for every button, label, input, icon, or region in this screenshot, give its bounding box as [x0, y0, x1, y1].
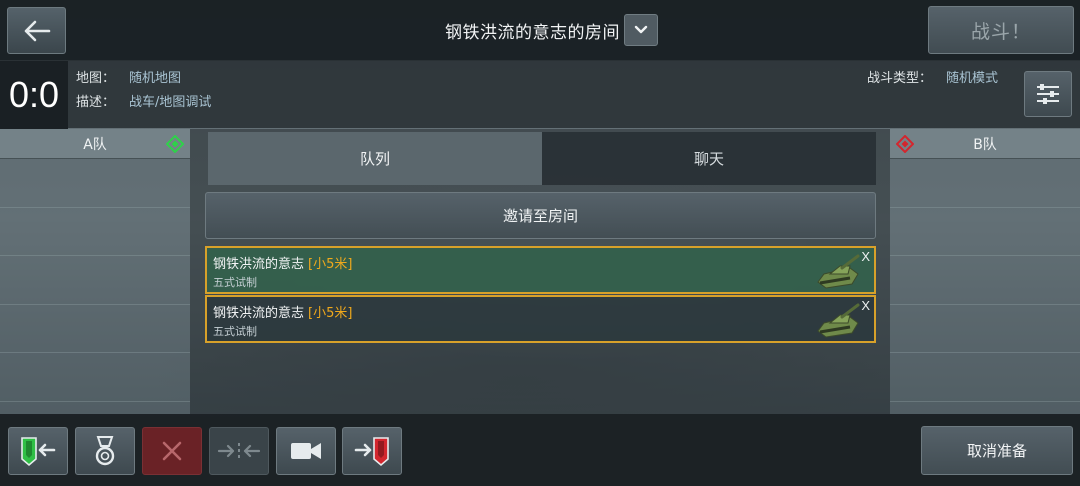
- team-b-diamond-icon: [896, 135, 914, 153]
- remove-player-button[interactable]: X: [861, 298, 870, 313]
- join-team-a-button[interactable]: [8, 427, 68, 475]
- room-info-bar: 0:0 地图： 随机地图 描述： 战车/地图调试 战斗类型： 随机模式: [0, 60, 1080, 129]
- team-a-slot[interactable]: [0, 159, 190, 208]
- map-label: 地图：: [76, 71, 116, 86]
- top-bar: 钢铁洪流的意志的房间 战斗！: [0, 0, 1080, 60]
- player-name-line: 钢铁洪流的意志 [小5米]: [213, 302, 352, 321]
- player-vehicle: 五式试制: [213, 325, 257, 338]
- player-clan-tag: [小5米]: [308, 257, 353, 272]
- player-row[interactable]: 钢铁洪流的意志 [小5米] 五式试制 X: [205, 246, 876, 294]
- team-a-slot[interactable]: [0, 208, 190, 256]
- team-b-panel: B队: [890, 129, 1080, 414]
- kick-button[interactable]: [142, 427, 202, 475]
- score-display: 0:0: [0, 61, 68, 129]
- team-a-slot[interactable]: [0, 256, 190, 305]
- team-b-slot[interactable]: [890, 256, 1080, 305]
- player-name: 钢铁洪流的意志: [213, 257, 305, 272]
- back-arrow-icon: [24, 20, 50, 41]
- tank-icon: [817, 254, 860, 289]
- player-name: 钢铁洪流的意志: [213, 306, 305, 321]
- medal-icon: [95, 436, 115, 466]
- team-b-slot[interactable]: [890, 208, 1080, 256]
- team-a-header: A队: [0, 129, 190, 159]
- team-b-slot[interactable]: [890, 305, 1080, 353]
- player-name-line: 钢铁洪流的意志 [小5米]: [213, 253, 352, 272]
- join-team-a-icon: [21, 437, 56, 467]
- description-value: 战车/地图调试: [129, 95, 212, 110]
- room-dropdown-button[interactable]: [624, 14, 658, 46]
- room-settings-button[interactable]: [1024, 71, 1072, 117]
- sliders-icon: [1037, 84, 1059, 104]
- spectate-button[interactable]: [276, 427, 336, 475]
- swap-icon: [217, 443, 261, 459]
- player-row[interactable]: 钢铁洪流的意志 [小5米] 五式试制 X: [205, 295, 876, 343]
- map-row: 地图： 随机地图: [76, 67, 181, 86]
- tab-queue[interactable]: 队列: [208, 132, 542, 185]
- bottom-action-bar: 取消准备: [0, 414, 1080, 486]
- tank-icon: [817, 303, 860, 338]
- team-a-label: A队: [83, 136, 107, 153]
- team-a-slot[interactable]: [0, 305, 190, 353]
- battle-mode-row: 战斗类型： 随机模式: [867, 67, 998, 86]
- team-b-slot[interactable]: [890, 353, 1080, 402]
- map-value: 随机地图: [129, 71, 182, 86]
- team-b-slot[interactable]: [890, 159, 1080, 208]
- camera-icon: [291, 443, 321, 459]
- medal-button[interactable]: [75, 427, 135, 475]
- team-a-diamond-icon: [166, 135, 184, 153]
- team-b-header: B队: [890, 129, 1080, 159]
- team-a-panel: A队: [0, 129, 190, 414]
- cancel-ready-button[interactable]: 取消准备: [921, 426, 1073, 475]
- description-row: 描述： 战车/地图调试: [76, 91, 211, 110]
- battle-mode-value: 随机模式: [946, 71, 999, 86]
- battle-mode-label: 战斗类型：: [867, 71, 933, 86]
- close-icon: [162, 441, 182, 461]
- invite-to-room-button[interactable]: 邀请至房间: [205, 192, 876, 239]
- battle-button[interactable]: 战斗！: [928, 6, 1074, 54]
- chevron-down-icon: [634, 25, 648, 34]
- back-button[interactable]: [7, 7, 66, 54]
- room-title: 钢铁洪流的意志的房间: [445, 23, 620, 43]
- player-clan-tag: [小5米]: [308, 306, 353, 321]
- join-team-b-icon: [354, 437, 389, 467]
- team-a-slot[interactable]: [0, 353, 190, 402]
- tab-chat[interactable]: 聊天: [542, 132, 876, 185]
- player-vehicle: 五式试制: [213, 276, 257, 289]
- swap-teams-button[interactable]: [209, 427, 269, 475]
- queue-panel: 队列 聊天 邀请至房间 钢铁洪流的意志 [小5米] 五式试制 X 钢铁洪流的意志[…: [190, 129, 890, 414]
- panel-tabs: 队列 聊天: [208, 132, 876, 185]
- remove-player-button[interactable]: X: [861, 249, 870, 264]
- description-label: 描述：: [76, 95, 116, 110]
- team-b-label: B队: [973, 136, 997, 153]
- join-team-b-button[interactable]: [342, 427, 402, 475]
